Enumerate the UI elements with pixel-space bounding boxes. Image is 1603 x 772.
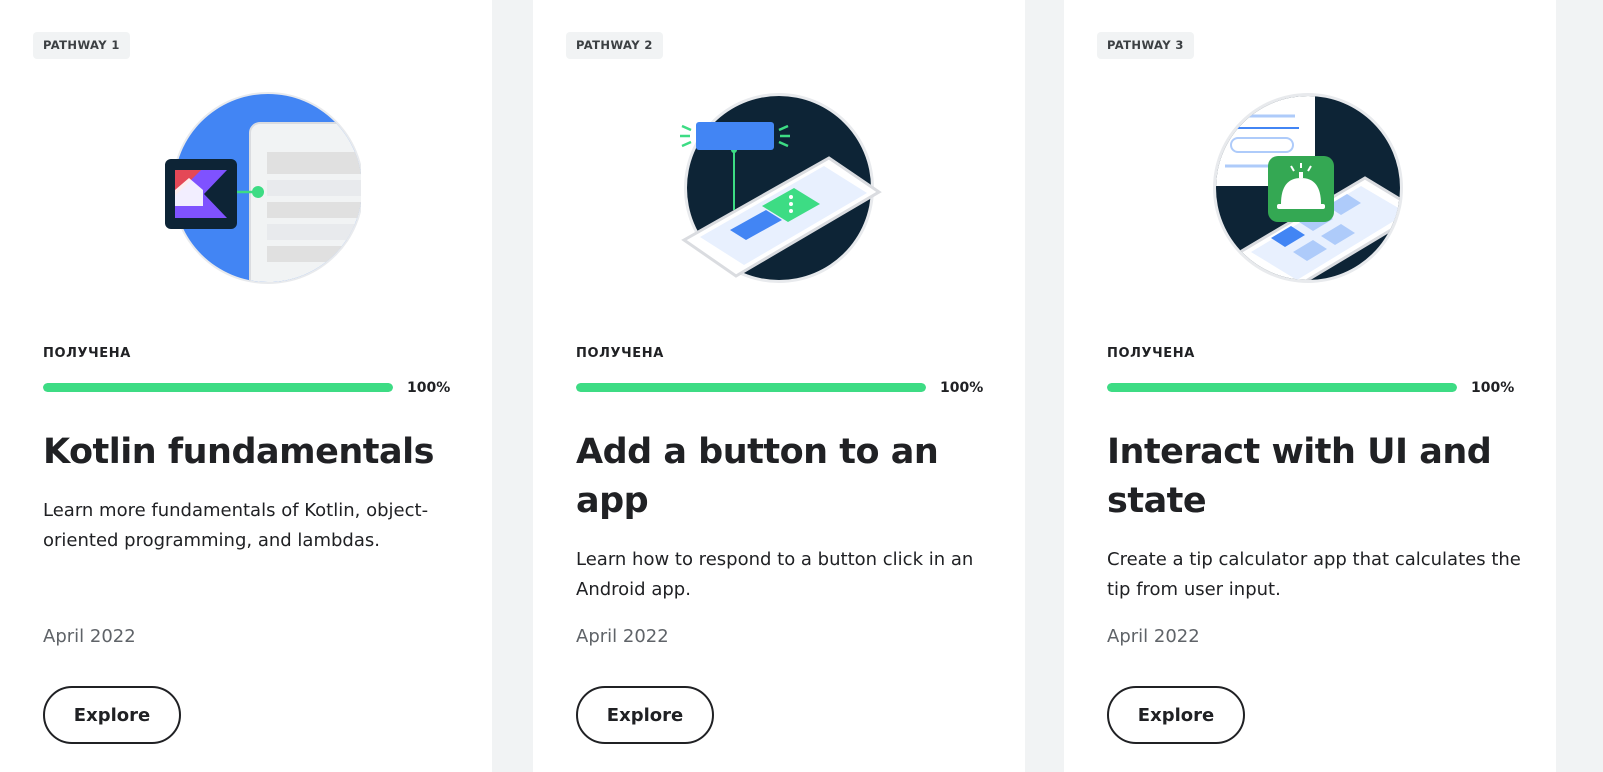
pathway-date: April 2022: [1107, 626, 1200, 647]
kotlin-logo-icon: [165, 92, 361, 284]
progress-fill: [43, 383, 393, 392]
status-label: ПОЛУЧЕНА: [43, 346, 131, 361]
explore-button[interactable]: Explore: [576, 686, 714, 744]
progress-percent: 100%: [407, 380, 451, 396]
status-label: ПОЛУЧЕНА: [1107, 346, 1195, 361]
pathway-title: Interact with UI and state: [1107, 432, 1492, 521]
pathway-date: April 2022: [43, 626, 136, 647]
pathway-chip: PATHWAY 1: [33, 32, 130, 59]
add-button-illustration: [533, 80, 1025, 300]
pathway-description: Learn more fundamentals of Kotlin, objec…: [43, 500, 429, 551]
pathway-description: Learn how to respond to a button click i…: [576, 549, 974, 600]
progress-bar: [1107, 383, 1457, 392]
pathway-title: Add a button to an app: [576, 432, 939, 521]
progress-percent: 100%: [1471, 380, 1515, 396]
pathway-description: Create a tip calculator app that calcula…: [1107, 549, 1521, 600]
explore-button[interactable]: Explore: [43, 686, 181, 744]
pathway-card-3: PATHWAY 3 ПОЛУЧЕНА 100% Interact with UI…: [1064, 0, 1556, 772]
pathway-date: April 2022: [576, 626, 669, 647]
status-label: ПОЛУЧЕНА: [576, 346, 664, 361]
service-bell-icon: [1213, 93, 1403, 283]
explore-button[interactable]: Explore: [1107, 686, 1245, 744]
pathway-chip: PATHWAY 3: [1097, 32, 1194, 59]
progress-bar: [576, 383, 926, 392]
kotlin-fundamentals-illustration: [0, 80, 492, 300]
phone-button-icon: [680, 93, 882, 283]
progress-bar: [43, 383, 393, 392]
progress-percent: 100%: [940, 380, 984, 396]
pathway-card-2: PATHWAY 2 ПОЛУЧЕНА 100% Add a button to …: [533, 0, 1025, 772]
pathway-title: Kotlin fundamentals: [43, 432, 434, 472]
pathway-card-1: PATHWAY 1 ПОЛУЧЕНА 100% Kotlin fundament…: [0, 0, 492, 772]
progress-fill: [576, 383, 926, 392]
progress-fill: [1107, 383, 1457, 392]
pathway-cards: PATHWAY 1 ПОЛУЧЕНА 100% Kotlin fundament…: [0, 0, 1603, 772]
interact-ui-illustration: [1064, 80, 1556, 300]
pathway-chip: PATHWAY 2: [566, 32, 663, 59]
